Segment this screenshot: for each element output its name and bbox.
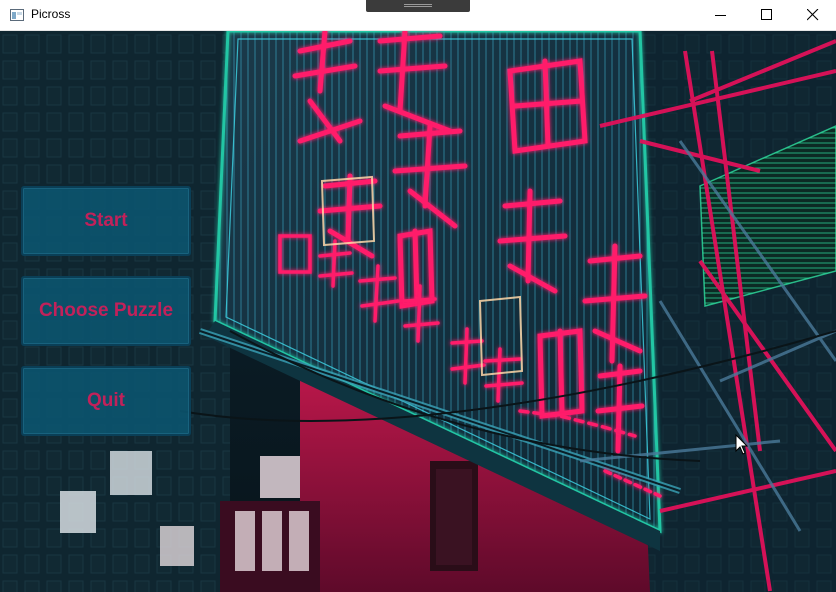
snap-drag-handle[interactable] — [366, 0, 470, 12]
title-bar[interactable]: Picross — [0, 0, 836, 31]
close-icon — [807, 9, 819, 21]
close-button[interactable] — [790, 0, 836, 30]
maximize-icon — [761, 9, 772, 20]
picross-window: Picross Start Choose Puzzle Quit — [0, 0, 836, 592]
start-button-label: Start — [84, 210, 128, 231]
minimize-button[interactable] — [698, 0, 744, 30]
choose-puzzle-button-label: Choose Puzzle — [38, 300, 174, 321]
mouse-cursor-icon — [735, 434, 749, 455]
window-title: Picross — [31, 7, 71, 21]
quit-button-label: Quit — [87, 390, 125, 411]
app-window-icon — [10, 9, 24, 21]
maximize-button[interactable] — [744, 0, 790, 30]
quit-button[interactable]: Quit — [21, 366, 191, 436]
choose-puzzle-button[interactable]: Choose Puzzle — [21, 276, 191, 346]
start-button[interactable]: Start — [21, 186, 191, 256]
minimize-icon — [715, 15, 726, 16]
